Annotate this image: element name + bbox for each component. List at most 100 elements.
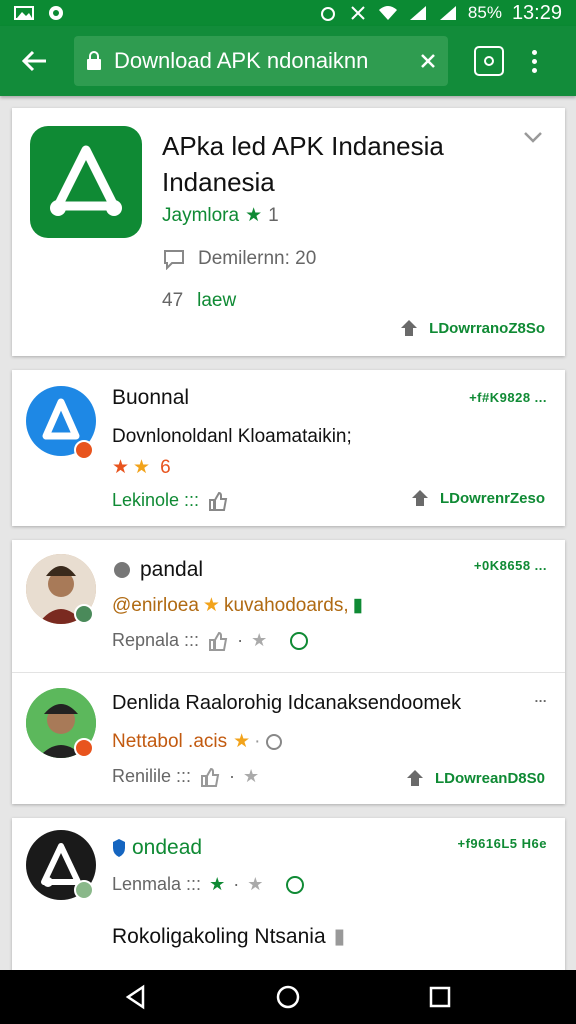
star-icon[interactable]: ★ <box>247 874 263 895</box>
review-footer: Lenmala ::: ★ · ★ <box>112 874 305 895</box>
review-card[interactable]: ondead +f9616L5 H6e Lenmala ::: ★ · ★ Ro… <box>12 818 565 978</box>
download-icon <box>401 320 418 336</box>
download-link[interactable]: LDowreanD8S0 <box>405 768 545 788</box>
clock: 13:29 <box>511 1 562 24</box>
reviewer-row: ondead <box>112 836 202 860</box>
review-footer: Lekinole ::: <box>112 490 229 511</box>
rating-value: 6 <box>160 456 171 478</box>
shield-icon <box>113 839 125 857</box>
thumbs-up-icon[interactable] <box>199 767 221 787</box>
review-card[interactable]: pandal +0K8658 ... @enirloea ★ kuvahodoa… <box>12 540 565 804</box>
nav-recents-icon[interactable] <box>427 984 453 1010</box>
browser-toolbar: Download APK ndonaiknn <box>0 26 576 96</box>
review-text: @enirloea <box>112 594 199 616</box>
comment-icon <box>164 250 184 270</box>
clock-icon <box>265 733 282 750</box>
review-text-row: @enirloea ★ kuvahodoards, ▮ <box>112 594 363 617</box>
review-card[interactable]: Buonnal +f#K9828 ... Dovnlonoldanl Kloam… <box>12 370 565 526</box>
close-icon[interactable] <box>420 53 436 69</box>
thumbs-up-icon[interactable] <box>207 631 229 651</box>
star-icon[interactable]: ★ <box>243 766 259 787</box>
reviewer-name[interactable]: Buonnal <box>112 386 189 410</box>
dot-separator: · <box>229 766 236 786</box>
review-title-row: Rokoligakoling Ntsania ▮ <box>112 924 345 949</box>
thumbs-icon: ▮ <box>333 925 346 948</box>
reviewer-name[interactable]: Denlida Raalorohig Idcanaksendoomek <box>112 692 461 715</box>
download-label: LDowreanD8S0 <box>434 769 545 787</box>
download-link[interactable]: LDowrranoZ8So <box>399 318 545 338</box>
review-title: Rokoligakoling Ntsania <box>112 924 326 948</box>
star-icon[interactable]: ★ <box>251 630 267 651</box>
nav-home-icon[interactable] <box>275 984 301 1010</box>
review-text-row: Nettabol .acis ★ · <box>112 730 283 753</box>
download-label: LDowrranoZ8So <box>429 319 545 337</box>
rating-value: 1 <box>268 204 279 226</box>
whatsapp-icon[interactable] <box>289 631 309 651</box>
notification-icon <box>49 6 63 20</box>
review-highlight: kuvahodoards, <box>223 594 349 616</box>
reviewer-name[interactable]: ondead <box>132 836 202 860</box>
gallery-icon <box>14 6 34 20</box>
mute-icon <box>351 6 365 20</box>
meta-row: 47 laew <box>162 290 236 312</box>
developer-name[interactable]: Jaymlora <box>162 205 239 227</box>
meta-label: laew <box>197 290 237 311</box>
footer-label[interactable]: Repnala ::: <box>112 630 199 651</box>
overflow-menu-button[interactable] <box>532 49 537 73</box>
comments-row: Demilernn: 20 <box>162 248 316 270</box>
whatsapp-icon[interactable] <box>285 875 305 895</box>
navigation-bar <box>0 970 576 1024</box>
alarm-icon <box>320 7 335 21</box>
battery-level: 85% <box>467 3 502 22</box>
star-icon: ★ <box>112 457 130 478</box>
rating-row: ★ ★ 6 <box>112 456 171 479</box>
review-meta[interactable]: ... <box>535 690 547 705</box>
signal-icon <box>409 6 426 20</box>
verified-badge <box>74 604 94 624</box>
review-meta[interactable]: +0K8658 ... <box>474 558 547 573</box>
lock-icon <box>87 51 101 70</box>
app-card[interactable]: APka led APK Indanesia Indanesia Jaymlor… <box>12 108 565 356</box>
reviewer-name[interactable]: pandal <box>140 558 203 582</box>
url-bar[interactable]: Download APK ndonaiknn <box>74 36 448 86</box>
divider <box>12 672 565 673</box>
footer-label[interactable]: Renilile ::: <box>112 766 191 787</box>
app-title: APka led APK Indanesia Indanesia <box>162 131 444 197</box>
footer-label[interactable]: Lenmala ::: <box>112 874 201 895</box>
footer-label[interactable]: Lekinole ::: <box>112 490 199 511</box>
verified-badge <box>74 880 94 900</box>
download-label: LDowrenrZeso <box>439 489 545 507</box>
tabs-button[interactable] <box>474 46 504 76</box>
dot-separator: · <box>233 874 240 894</box>
back-button[interactable] <box>16 43 52 79</box>
url-text[interactable]: Download APK ndonaiknn <box>114 48 420 74</box>
chevron-down-icon[interactable] <box>523 130 543 144</box>
review-meta[interactable]: +f#K9828 ... <box>469 390 547 405</box>
reviewer-row: pandal <box>112 558 203 582</box>
meta-number: 47 <box>162 290 184 311</box>
review-footer: Renilile ::: · ★ <box>112 766 259 787</box>
verified-badge <box>74 738 94 758</box>
thumbs-up-icon[interactable] <box>207 491 229 511</box>
star-icon: ★ <box>133 457 151 478</box>
review-meta[interactable]: +f9616L5 H6e <box>458 836 547 851</box>
dot-separator: · <box>237 630 244 650</box>
star-icon: ★ <box>202 595 220 616</box>
app-icon[interactable] <box>30 126 142 238</box>
status-bar: 85% 13:29 <box>0 0 576 26</box>
review-footer: Repnala ::: · ★ <box>112 630 309 651</box>
download-link[interactable]: LDowrenrZeso <box>410 488 545 508</box>
star-icon[interactable]: ★ <box>209 874 225 895</box>
signal-icon-2 <box>439 6 456 20</box>
flag-icon: ▮ <box>352 595 364 616</box>
review-text: Nettabol .acis <box>112 730 228 752</box>
app-logo-icon <box>50 145 122 216</box>
download-icon <box>406 770 423 786</box>
tab-switcher-icon <box>484 56 494 66</box>
globe-icon <box>114 562 130 578</box>
nav-back-icon[interactable] <box>123 984 149 1010</box>
wifi-icon <box>378 6 397 20</box>
verified-badge <box>74 440 94 460</box>
download-icon <box>411 490 428 506</box>
review-text: Dovnlonoldanl Kloamataikin; <box>112 426 352 447</box>
